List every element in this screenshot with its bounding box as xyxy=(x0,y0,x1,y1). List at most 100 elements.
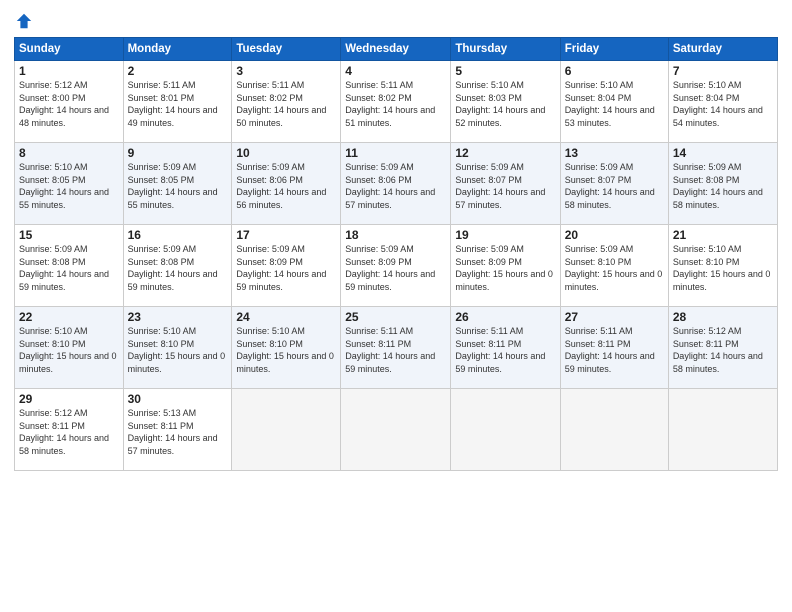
calendar-day-cell: 5 Sunrise: 5:10 AMSunset: 8:03 PMDayligh… xyxy=(451,61,560,143)
day-number: 20 xyxy=(565,228,664,242)
day-number: 9 xyxy=(128,146,228,160)
calendar-day-cell: 20 Sunrise: 5:09 AMSunset: 8:10 PMDaylig… xyxy=(560,225,668,307)
calendar-week-row: 15 Sunrise: 5:09 AMSunset: 8:08 PMDaylig… xyxy=(15,225,778,307)
day-info: Sunrise: 5:13 AMSunset: 8:11 PMDaylight:… xyxy=(128,408,218,456)
calendar-week-row: 22 Sunrise: 5:10 AMSunset: 8:10 PMDaylig… xyxy=(15,307,778,389)
calendar-header-sunday: Sunday xyxy=(15,38,124,61)
day-number: 17 xyxy=(236,228,336,242)
calendar-day-cell: 28 Sunrise: 5:12 AMSunset: 8:11 PMDaylig… xyxy=(668,307,777,389)
calendar-week-row: 1 Sunrise: 5:12 AMSunset: 8:00 PMDayligh… xyxy=(15,61,778,143)
calendar-day-cell: 26 Sunrise: 5:11 AMSunset: 8:11 PMDaylig… xyxy=(451,307,560,389)
calendar-day-cell: 22 Sunrise: 5:10 AMSunset: 8:10 PMDaylig… xyxy=(15,307,124,389)
calendar-day-cell: 19 Sunrise: 5:09 AMSunset: 8:09 PMDaylig… xyxy=(451,225,560,307)
calendar-day-cell: 14 Sunrise: 5:09 AMSunset: 8:08 PMDaylig… xyxy=(668,143,777,225)
calendar-day-cell: 10 Sunrise: 5:09 AMSunset: 8:06 PMDaylig… xyxy=(232,143,341,225)
day-info: Sunrise: 5:09 AMSunset: 8:08 PMDaylight:… xyxy=(673,162,763,210)
calendar-day-cell: 25 Sunrise: 5:11 AMSunset: 8:11 PMDaylig… xyxy=(341,307,451,389)
day-info: Sunrise: 5:11 AMSunset: 8:02 PMDaylight:… xyxy=(236,80,326,128)
day-number: 22 xyxy=(19,310,119,324)
day-number: 19 xyxy=(455,228,555,242)
calendar-day-cell: 27 Sunrise: 5:11 AMSunset: 8:11 PMDaylig… xyxy=(560,307,668,389)
day-info: Sunrise: 5:09 AMSunset: 8:09 PMDaylight:… xyxy=(345,244,435,292)
day-info: Sunrise: 5:09 AMSunset: 8:09 PMDaylight:… xyxy=(455,244,553,292)
calendar-day-cell: 15 Sunrise: 5:09 AMSunset: 8:08 PMDaylig… xyxy=(15,225,124,307)
day-info: Sunrise: 5:11 AMSunset: 8:11 PMDaylight:… xyxy=(565,326,655,374)
page: SundayMondayTuesdayWednesdayThursdayFrid… xyxy=(0,0,792,612)
day-number: 10 xyxy=(236,146,336,160)
day-info: Sunrise: 5:09 AMSunset: 8:08 PMDaylight:… xyxy=(128,244,218,292)
day-number: 3 xyxy=(236,64,336,78)
calendar-header-thursday: Thursday xyxy=(451,38,560,61)
calendar-day-cell: 13 Sunrise: 5:09 AMSunset: 8:07 PMDaylig… xyxy=(560,143,668,225)
day-info: Sunrise: 5:11 AMSunset: 8:02 PMDaylight:… xyxy=(345,80,435,128)
calendar-week-row: 29 Sunrise: 5:12 AMSunset: 8:11 PMDaylig… xyxy=(15,389,778,471)
day-info: Sunrise: 5:09 AMSunset: 8:05 PMDaylight:… xyxy=(128,162,218,210)
calendar-day-cell: 30 Sunrise: 5:13 AMSunset: 8:11 PMDaylig… xyxy=(123,389,232,471)
day-number: 5 xyxy=(455,64,555,78)
calendar-header-saturday: Saturday xyxy=(668,38,777,61)
calendar-day-cell: 18 Sunrise: 5:09 AMSunset: 8:09 PMDaylig… xyxy=(341,225,451,307)
day-number: 26 xyxy=(455,310,555,324)
day-info: Sunrise: 5:11 AMSunset: 8:11 PMDaylight:… xyxy=(345,326,435,374)
calendar-day-cell: 17 Sunrise: 5:09 AMSunset: 8:09 PMDaylig… xyxy=(232,225,341,307)
calendar-day-cell: 1 Sunrise: 5:12 AMSunset: 8:00 PMDayligh… xyxy=(15,61,124,143)
calendar-day-cell xyxy=(668,389,777,471)
calendar-header-tuesday: Tuesday xyxy=(232,38,341,61)
calendar-day-cell xyxy=(451,389,560,471)
day-number: 18 xyxy=(345,228,446,242)
day-number: 4 xyxy=(345,64,446,78)
day-info: Sunrise: 5:10 AMSunset: 8:10 PMDaylight:… xyxy=(236,326,334,374)
day-number: 27 xyxy=(565,310,664,324)
day-info: Sunrise: 5:09 AMSunset: 8:07 PMDaylight:… xyxy=(455,162,545,210)
day-info: Sunrise: 5:11 AMSunset: 8:01 PMDaylight:… xyxy=(128,80,218,128)
day-info: Sunrise: 5:09 AMSunset: 8:08 PMDaylight:… xyxy=(19,244,109,292)
calendar-day-cell: 6 Sunrise: 5:10 AMSunset: 8:04 PMDayligh… xyxy=(560,61,668,143)
day-number: 21 xyxy=(673,228,773,242)
calendar: SundayMondayTuesdayWednesdayThursdayFrid… xyxy=(14,37,778,471)
calendar-day-cell: 4 Sunrise: 5:11 AMSunset: 8:02 PMDayligh… xyxy=(341,61,451,143)
day-number: 25 xyxy=(345,310,446,324)
calendar-day-cell: 16 Sunrise: 5:09 AMSunset: 8:08 PMDaylig… xyxy=(123,225,232,307)
day-number: 2 xyxy=(128,64,228,78)
calendar-header-monday: Monday xyxy=(123,38,232,61)
logo xyxy=(14,12,33,31)
day-number: 12 xyxy=(455,146,555,160)
day-info: Sunrise: 5:09 AMSunset: 8:10 PMDaylight:… xyxy=(565,244,663,292)
calendar-header-friday: Friday xyxy=(560,38,668,61)
day-number: 11 xyxy=(345,146,446,160)
day-number: 24 xyxy=(236,310,336,324)
calendar-header-row: SundayMondayTuesdayWednesdayThursdayFrid… xyxy=(15,38,778,61)
calendar-day-cell: 29 Sunrise: 5:12 AMSunset: 8:11 PMDaylig… xyxy=(15,389,124,471)
day-info: Sunrise: 5:10 AMSunset: 8:10 PMDaylight:… xyxy=(128,326,226,374)
calendar-week-row: 8 Sunrise: 5:10 AMSunset: 8:05 PMDayligh… xyxy=(15,143,778,225)
day-info: Sunrise: 5:09 AMSunset: 8:09 PMDaylight:… xyxy=(236,244,326,292)
day-number: 1 xyxy=(19,64,119,78)
day-info: Sunrise: 5:12 AMSunset: 8:11 PMDaylight:… xyxy=(673,326,763,374)
day-number: 15 xyxy=(19,228,119,242)
calendar-day-cell: 24 Sunrise: 5:10 AMSunset: 8:10 PMDaylig… xyxy=(232,307,341,389)
day-info: Sunrise: 5:11 AMSunset: 8:11 PMDaylight:… xyxy=(455,326,545,374)
day-number: 16 xyxy=(128,228,228,242)
day-info: Sunrise: 5:10 AMSunset: 8:04 PMDaylight:… xyxy=(673,80,763,128)
calendar-day-cell: 7 Sunrise: 5:10 AMSunset: 8:04 PMDayligh… xyxy=(668,61,777,143)
calendar-day-cell: 2 Sunrise: 5:11 AMSunset: 8:01 PMDayligh… xyxy=(123,61,232,143)
calendar-day-cell xyxy=(560,389,668,471)
calendar-day-cell xyxy=(341,389,451,471)
day-number: 7 xyxy=(673,64,773,78)
day-number: 8 xyxy=(19,146,119,160)
day-info: Sunrise: 5:09 AMSunset: 8:06 PMDaylight:… xyxy=(236,162,326,210)
day-number: 6 xyxy=(565,64,664,78)
calendar-day-cell: 23 Sunrise: 5:10 AMSunset: 8:10 PMDaylig… xyxy=(123,307,232,389)
day-number: 14 xyxy=(673,146,773,160)
logo-icon xyxy=(15,12,33,30)
day-info: Sunrise: 5:09 AMSunset: 8:07 PMDaylight:… xyxy=(565,162,655,210)
day-number: 23 xyxy=(128,310,228,324)
day-number: 13 xyxy=(565,146,664,160)
calendar-day-cell: 12 Sunrise: 5:09 AMSunset: 8:07 PMDaylig… xyxy=(451,143,560,225)
calendar-day-cell: 3 Sunrise: 5:11 AMSunset: 8:02 PMDayligh… xyxy=(232,61,341,143)
calendar-day-cell: 9 Sunrise: 5:09 AMSunset: 8:05 PMDayligh… xyxy=(123,143,232,225)
day-info: Sunrise: 5:10 AMSunset: 8:10 PMDaylight:… xyxy=(19,326,117,374)
calendar-day-cell: 11 Sunrise: 5:09 AMSunset: 8:06 PMDaylig… xyxy=(341,143,451,225)
header xyxy=(14,10,778,31)
day-info: Sunrise: 5:10 AMSunset: 8:05 PMDaylight:… xyxy=(19,162,109,210)
